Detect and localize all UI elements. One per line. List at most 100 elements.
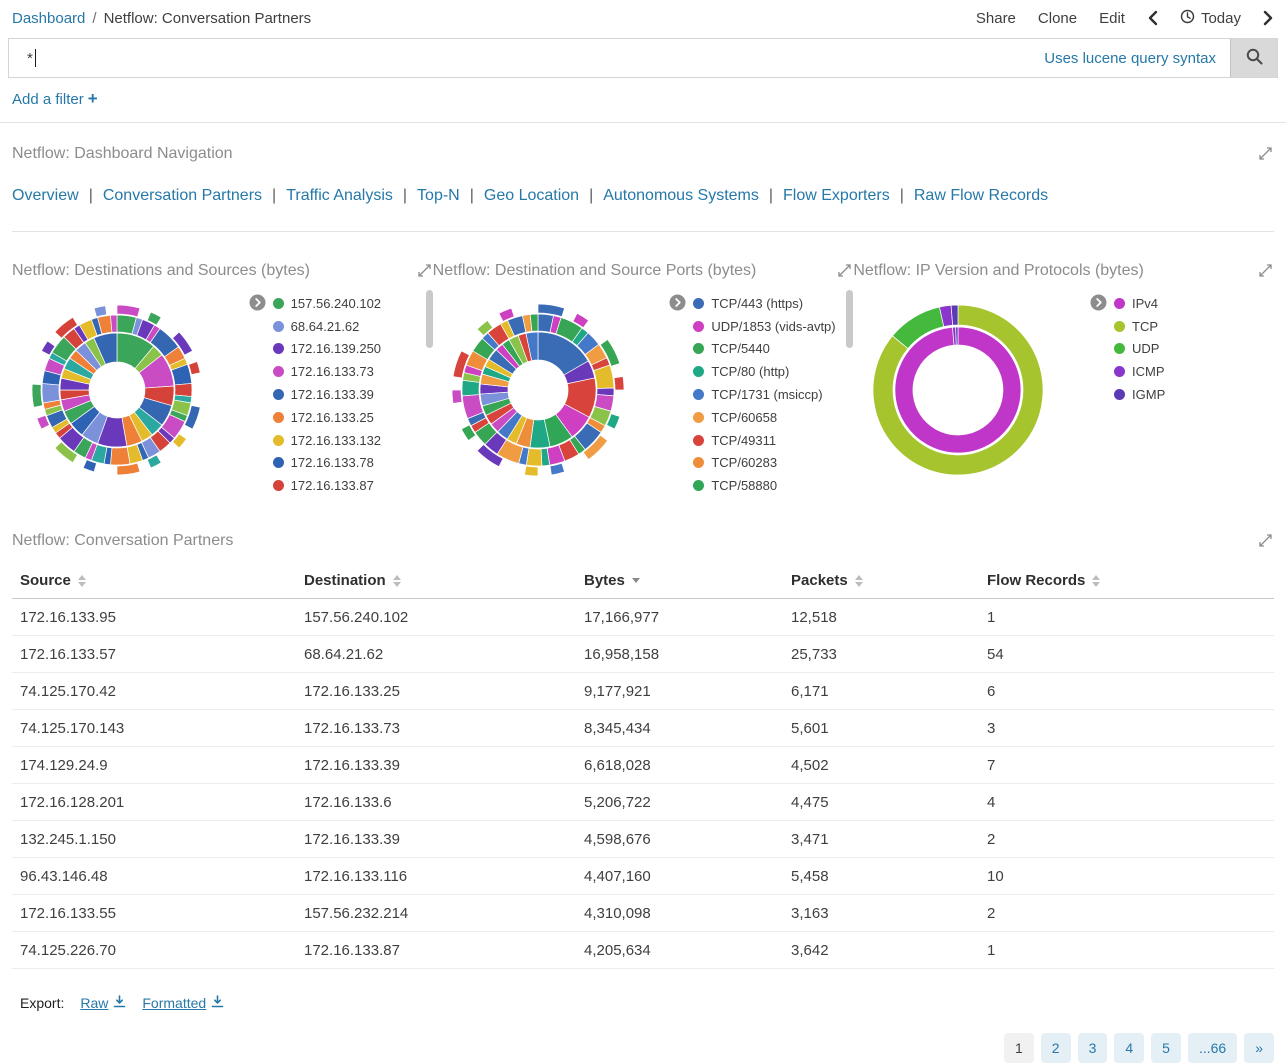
time-back-icon[interactable] (1147, 10, 1158, 26)
legend-item-igmp[interactable]: IGMP (1114, 383, 1264, 406)
cell-source: 172.16.133.55 (12, 895, 296, 932)
cell-bytes: 16,958,158 (576, 636, 783, 673)
legend-item-157-56-240-102[interactable]: 157.56.240.102 (273, 292, 423, 315)
column-header-packets[interactable]: Packets (783, 562, 979, 599)
expand-panel-icon[interactable] (1257, 532, 1274, 549)
export-row: Export: Raw Formatted (12, 995, 1274, 1011)
expand-panel-icon[interactable] (1257, 262, 1274, 279)
legend-item-172-16-139-250[interactable]: 172.16.139.250 (273, 338, 423, 361)
sunburst-chart-destinations-and-sources[interactable] (12, 284, 222, 496)
legend-item-tcp-80-http[interactable]: TCP/80 (http) (693, 360, 843, 383)
legend-item-172-16-133-132[interactable]: 172.16.133.132 (273, 429, 423, 452)
dashboard-nav-links: Overview | Conversation Partners | Traffic A… (12, 187, 1274, 205)
export-formatted-link[interactable]: Formatted (142, 995, 224, 1011)
nav-link-geo-location[interactable]: Geo Location (484, 187, 579, 204)
column-header-destination[interactable]: Destination (296, 562, 576, 599)
nav-link-top-n[interactable]: Top-N (417, 187, 460, 204)
legend-item-tcp-58880[interactable]: TCP/58880 (693, 474, 843, 497)
clone-button[interactable]: Clone (1038, 10, 1077, 27)
legend-item-172-16-133-39[interactable]: 172.16.133.39 (273, 383, 423, 406)
nav-link-overview[interactable]: Overview (12, 187, 79, 204)
search-button[interactable] (1230, 39, 1277, 77)
cell-source: 132.245.1.150 (12, 821, 296, 858)
legend-collapse-icon[interactable] (669, 294, 686, 497)
edit-button[interactable]: Edit (1099, 10, 1125, 27)
legend-item-ipv4[interactable]: IPv4 (1114, 292, 1264, 315)
nav-link-flow-exporters[interactable]: Flow Exporters (783, 187, 890, 204)
legend-item-172-16-133-78[interactable]: 172.16.133.78 (273, 452, 423, 475)
sunburst-chart-destination-and-source-ports[interactable] (433, 284, 643, 496)
nav-link-separator: | (403, 187, 407, 204)
cell-flow-records: 6 (979, 673, 1274, 710)
table-row: 172.16.133.5768.64.21.6216,958,15825,733… (12, 636, 1274, 673)
sort-icon (855, 575, 863, 587)
legend-item-icmp[interactable]: ICMP (1114, 360, 1264, 383)
add-filter-link[interactable]: Add a filter+ (12, 91, 98, 108)
cell-flow-records: 2 (979, 821, 1274, 858)
legend-color-dot (693, 412, 704, 423)
column-header-bytes[interactable]: Bytes (576, 562, 783, 599)
cell-bytes: 9,177,921 (576, 673, 783, 710)
nav-link-autonomous-systems[interactable]: Autonomous Systems (603, 187, 759, 204)
legend-item-68-64-21-62[interactable]: 68.64.21.62 (273, 315, 423, 338)
query-input[interactable]: * (9, 39, 1044, 77)
legend-collapse-icon[interactable] (1090, 294, 1107, 406)
panel-conversation-partners: Netflow: Conversation Partners SourceDes… (12, 532, 1274, 1063)
legend-item-udp-1853-vids-avtp[interactable]: UDP/1853 (vids-avtp) (693, 315, 843, 338)
cell-destination: 172.16.133.73 (296, 710, 576, 747)
legend-color-dot (693, 457, 704, 468)
legend-item-tcp[interactable]: TCP (1114, 315, 1264, 338)
legend-item-172-16-133-73[interactable]: 172.16.133.73 (273, 360, 423, 383)
legend-item-172-16-133-87[interactable]: 172.16.133.87 (273, 474, 423, 497)
app: Dashboard / Netflow: Conversation Partne… (0, 0, 1286, 1063)
legend-color-dot (693, 389, 704, 400)
legend-color-dot (693, 321, 704, 332)
legend-color-dot (693, 298, 704, 309)
legend-item-tcp-60283[interactable]: TCP/60283 (693, 452, 843, 475)
cell-destination: 172.16.133.39 (296, 747, 576, 784)
legend: TCP/443 (https)UDP/1853 (vids-avtp)TCP/5… (693, 292, 843, 497)
breadcrumb-dashboard-link[interactable]: Dashboard (12, 10, 85, 27)
share-button[interactable]: Share (976, 10, 1016, 27)
legend-label: TCP/58880 (711, 478, 777, 493)
legend-item-tcp-60658[interactable]: TCP/60658 (693, 406, 843, 429)
lucene-syntax-link[interactable]: Uses lucene query syntax (1044, 50, 1216, 67)
table-row: 74.125.170.42172.16.133.259,177,9216,171… (12, 673, 1274, 710)
legend-collapse-icon[interactable] (249, 294, 266, 497)
download-icon (211, 995, 224, 1011)
cell-source: 74.125.170.42 (12, 673, 296, 710)
clock-icon (1180, 9, 1195, 28)
top-bar: Dashboard / Netflow: Conversation Partne… (0, 0, 1286, 36)
export-raw-link[interactable]: Raw (80, 995, 126, 1011)
cell-flow-records: 2 (979, 895, 1274, 932)
legend-item-udp[interactable]: UDP (1114, 338, 1264, 361)
expand-panel-icon[interactable] (836, 262, 853, 279)
cell-bytes: 17,166,977 (576, 599, 783, 636)
cell-source: 172.16.133.57 (12, 636, 296, 673)
legend-scrollbar[interactable] (426, 290, 433, 348)
column-header-source[interactable]: Source (12, 562, 296, 599)
legend-label: 172.16.133.73 (291, 364, 374, 379)
cell-source: 174.129.24.9 (12, 747, 296, 784)
nav-link-conversation-partners[interactable]: Conversation Partners (103, 187, 262, 204)
nav-link-raw-flow-records[interactable]: Raw Flow Records (914, 187, 1048, 204)
legend-item-tcp-443-https[interactable]: TCP/443 (https) (693, 292, 843, 315)
column-header-flow-records[interactable]: Flow Records (979, 562, 1274, 599)
legend-scrollbar[interactable] (846, 290, 853, 348)
legend-item-tcp-5440[interactable]: TCP/5440 (693, 338, 843, 361)
time-forward-icon[interactable] (1263, 10, 1274, 26)
time-picker-button[interactable]: Today (1180, 9, 1241, 28)
legend-label: 172.16.133.25 (291, 410, 374, 425)
cell-packets: 5,458 (783, 858, 979, 895)
sunburst-chart-ip-version-and-protocols[interactable] (853, 284, 1063, 496)
legend-color-dot (273, 457, 284, 468)
expand-panel-icon[interactable] (1257, 145, 1274, 162)
panel-dashboard-navigation: Netflow: Dashboard Navigation Overview|C… (12, 123, 1274, 232)
expand-panel-icon[interactable] (416, 262, 433, 279)
legend-item-tcp-49311[interactable]: TCP/49311 (693, 429, 843, 452)
cell-source: 172.16.133.95 (12, 599, 296, 636)
legend-item-tcp-1731-msiccp[interactable]: TCP/1731 (msiccp) (693, 383, 843, 406)
nav-link-separator: | (589, 187, 593, 204)
nav-link-traffic-analysis[interactable]: Traffic Analysis (286, 187, 393, 204)
legend-item-172-16-133-25[interactable]: 172.16.133.25 (273, 406, 423, 429)
